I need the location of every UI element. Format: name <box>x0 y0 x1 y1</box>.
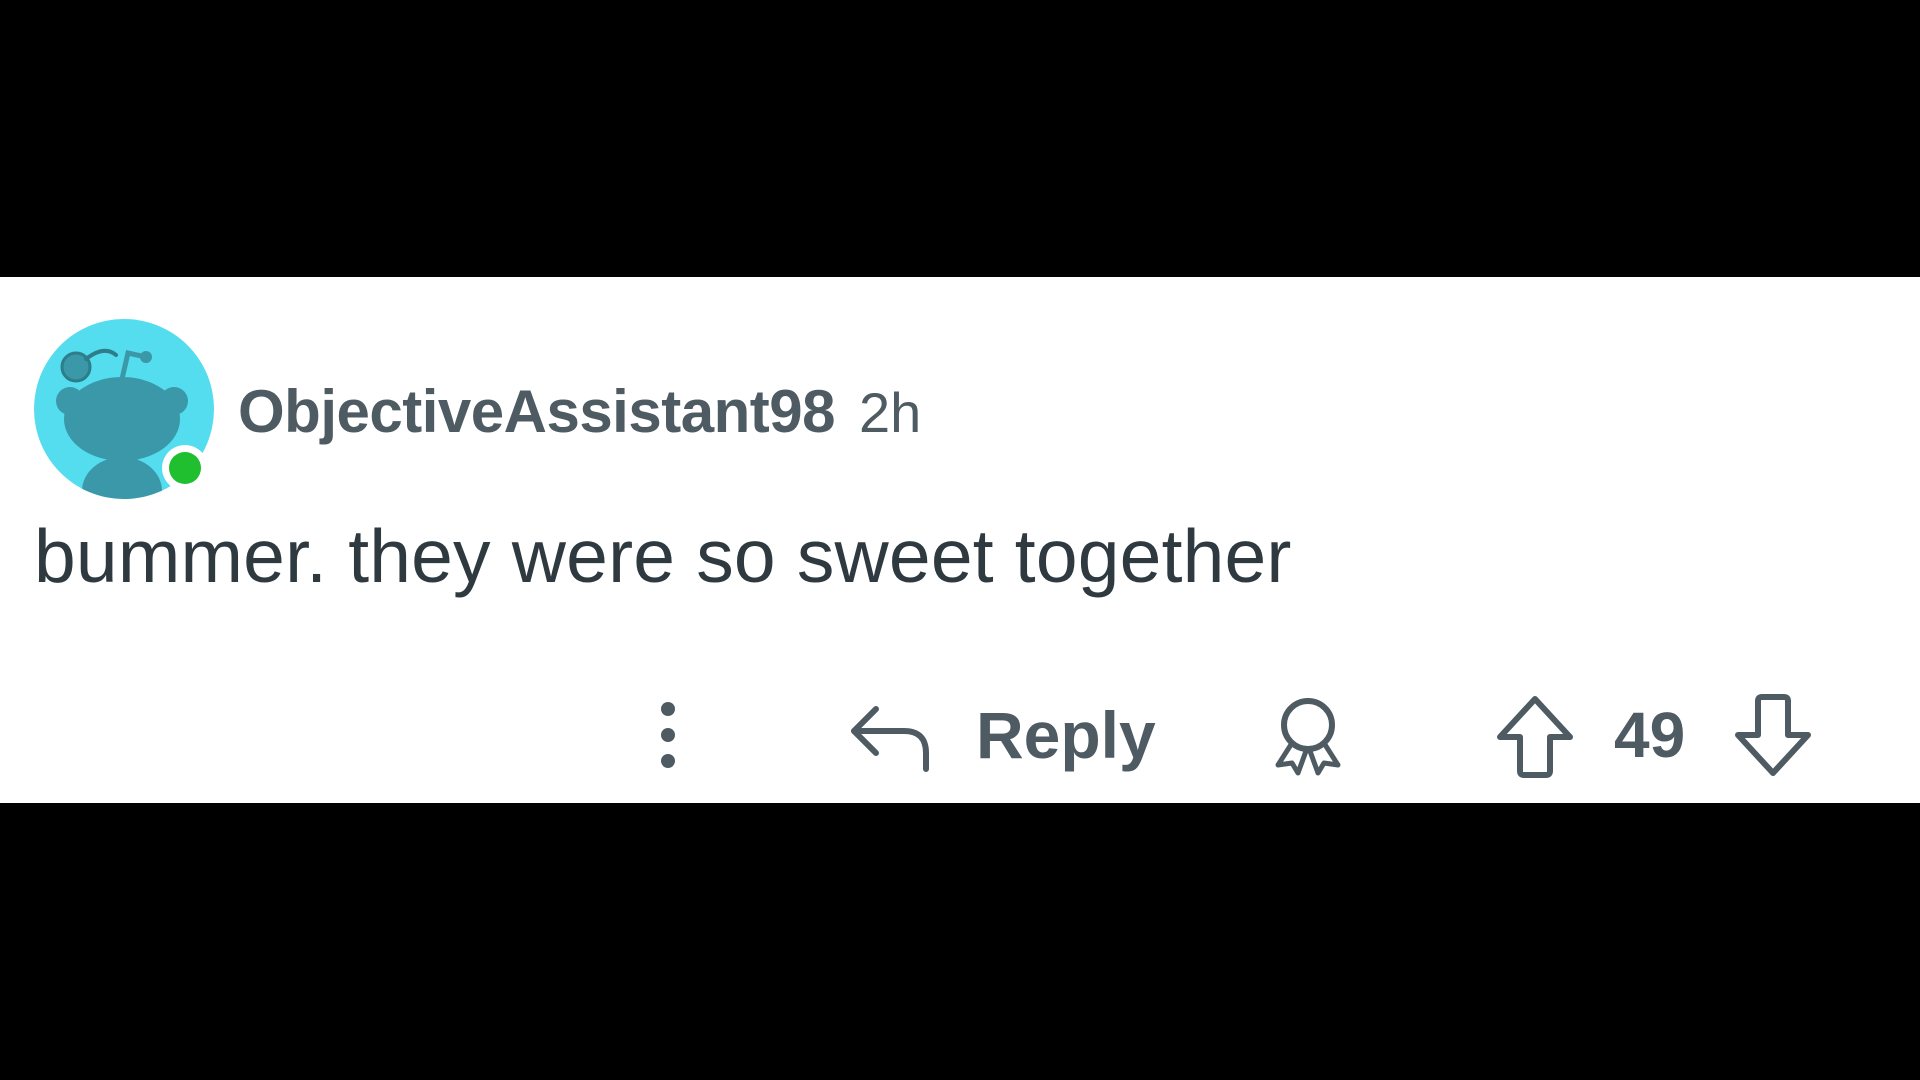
award-button[interactable] <box>1266 693 1350 777</box>
comment-action-bar: Reply 49 <box>0 685 1920 785</box>
comment-timestamp: 2h <box>858 381 922 444</box>
vertical-dots-icon <box>661 702 675 768</box>
comment-body: bummer. they were so sweet together <box>34 514 1292 598</box>
downvote-button[interactable] <box>1730 693 1816 779</box>
comment-meta: ObjectiveAssistant98 2h <box>238 377 921 447</box>
reply-button[interactable]: Reply <box>846 695 1156 775</box>
user-avatar[interactable] <box>34 319 214 499</box>
online-status-indicator <box>162 445 208 491</box>
upvote-arrow-icon <box>1497 696 1573 778</box>
vote-score: 49 <box>1614 699 1686 771</box>
reply-label: Reply <box>976 698 1156 772</box>
username-link[interactable]: ObjectiveAssistant98 <box>238 377 835 446</box>
comment-card: ObjectiveAssistant98 2h bummer. they wer… <box>0 277 1920 803</box>
award-icon <box>1275 698 1341 776</box>
screenshot-stage: ObjectiveAssistant98 2h bummer. they wer… <box>0 0 1920 1080</box>
downvote-arrow-icon <box>1735 694 1811 776</box>
more-options-button[interactable] <box>648 685 688 785</box>
reply-arrow-icon <box>851 706 929 772</box>
upvote-button[interactable] <box>1492 693 1578 779</box>
